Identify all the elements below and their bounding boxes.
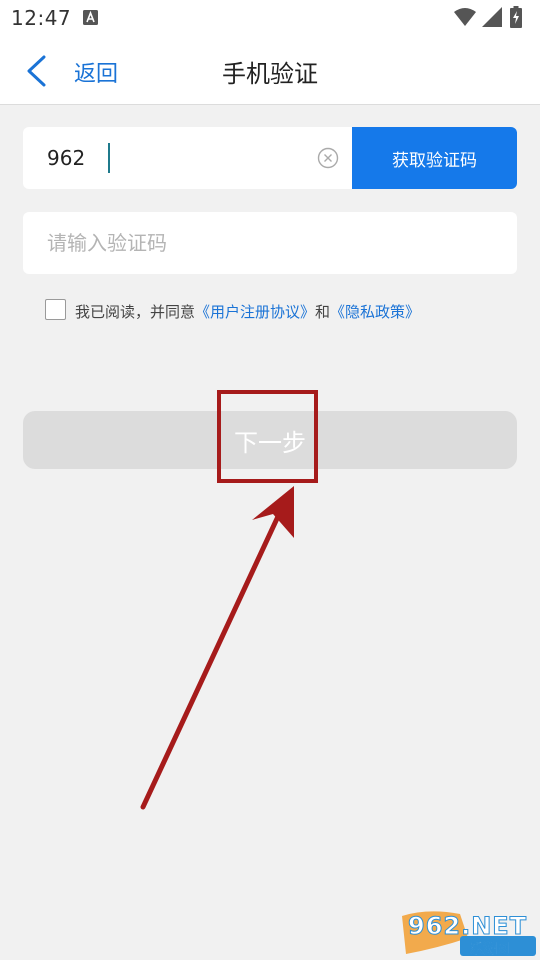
- code-input[interactable]: [23, 212, 517, 274]
- wifi-icon: [454, 8, 476, 26]
- watermark-brand: 962.NET: [407, 912, 528, 941]
- user-agreement-link[interactable]: 《用户注册协议》: [195, 303, 315, 321]
- agreement-prefix: 我已阅读，并同意: [75, 303, 196, 321]
- code-row: [23, 212, 517, 274]
- signal-icon: [482, 7, 502, 27]
- page-title: 手机验证: [222, 60, 318, 88]
- status-bar: 12:47: [0, 0, 540, 36]
- text-caret: [108, 143, 110, 173]
- phone-input[interactable]: [23, 127, 313, 189]
- annotation-highlight-box: [217, 390, 318, 483]
- title-bar: 返回 手机验证: [0, 36, 540, 105]
- battery-charging-icon: [510, 6, 522, 28]
- agreement-text: 我已阅读，并同意《用户注册协议》和《隐私政策》: [75, 301, 420, 322]
- a-notification-icon: [83, 10, 98, 25]
- agreement-and: 和: [315, 303, 331, 321]
- status-time: 12:47: [11, 6, 72, 30]
- clear-icon[interactable]: [317, 147, 339, 169]
- phone-row: 获取验证码: [23, 127, 517, 189]
- get-code-button[interactable]: 获取验证码: [352, 127, 517, 189]
- privacy-policy-link[interactable]: 《隐私政策》: [330, 303, 420, 321]
- watermark-sub: 乐游网: [470, 942, 510, 958]
- phone-verification-screen: 12:47 返回 手机验证 962 获取验证码 请输入验证码 我已阅读，并同意《…: [0, 0, 540, 960]
- agree-checkbox[interactable]: [45, 299, 66, 320]
